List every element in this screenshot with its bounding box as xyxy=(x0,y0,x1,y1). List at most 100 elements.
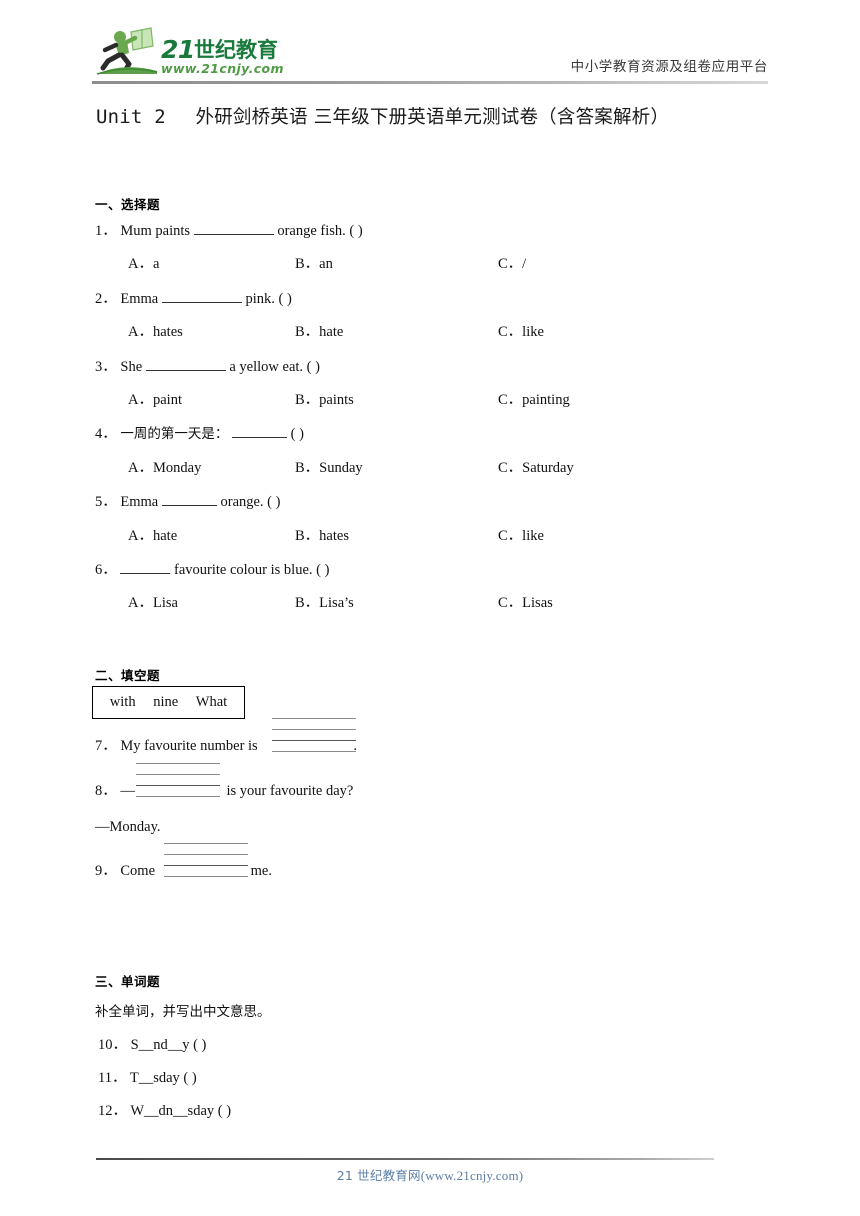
question-3-text-after: a yellow eat. ( ) xyxy=(229,359,320,375)
question-3-number: 3． xyxy=(95,359,117,375)
question-3-text-before: She xyxy=(120,359,143,375)
options-row-3: A．paint B．paints C．painting xyxy=(0,388,860,408)
footer-credit-url: (www.21cnjy.com) xyxy=(420,1168,524,1183)
option-4-b-label: B． xyxy=(295,460,320,476)
question-6-blank xyxy=(120,573,171,574)
option-6-a-label: A． xyxy=(128,595,153,611)
option-1-b-value: an xyxy=(319,256,333,272)
option-1-b-label: B． xyxy=(295,256,320,272)
option-4-c-label: C． xyxy=(498,460,523,476)
question-11-number: 11． xyxy=(98,1070,127,1086)
option-4-a[interactable]: A．Monday xyxy=(128,456,201,477)
question-1-text-before: Mum paints xyxy=(120,223,191,239)
option-6-c-label: C． xyxy=(498,595,523,611)
question-10: 10． S__nd__y ( ) xyxy=(98,1033,206,1054)
question-8-writing-blank[interactable] xyxy=(136,763,220,797)
option-3-b-value: paints xyxy=(319,392,354,408)
footer-divider xyxy=(96,1158,714,1160)
option-3-b[interactable]: B．paints xyxy=(295,388,354,409)
question-9-number: 9． xyxy=(95,863,117,879)
page-title: Unit 2 外研剑桥英语 三年级下册英语单元测试卷（含答案解析） xyxy=(96,103,786,129)
option-4-c-value: Saturday xyxy=(522,460,574,476)
option-3-c-label: C． xyxy=(498,392,523,408)
options-row-2: A．hates B．hate C．like xyxy=(0,320,860,340)
options-row-5: A．hate B．hates C．like xyxy=(0,524,860,544)
title-chinese: 外研剑桥英语 三年级下册英语单元测试卷（含答案解析） xyxy=(195,107,670,128)
option-4-a-value: Monday xyxy=(152,460,202,476)
word-bank-item-3: What xyxy=(195,694,228,710)
question-6: 6． favourite colour is blue. ( ) xyxy=(95,558,329,579)
option-2-a[interactable]: A．hates xyxy=(128,320,183,341)
option-3-c-value: painting xyxy=(522,392,570,408)
question-5-text-before: Emma xyxy=(120,494,159,510)
option-3-a[interactable]: A．paint xyxy=(128,388,182,409)
option-2-b[interactable]: B．hate xyxy=(295,320,343,341)
question-12: 12． W__dn__sday ( ) xyxy=(98,1099,231,1120)
option-3-a-value: paint xyxy=(152,392,182,408)
document-page: 21 世纪教育 www.21cnjy.com 中小学教育资源及组卷应用平台 Un… xyxy=(0,0,860,1216)
question-4-blank xyxy=(232,437,287,438)
page-header: 21 世纪教育 www.21cnjy.com 中小学教育资源及组卷应用平台 xyxy=(0,0,860,92)
question-9-writing-blank[interactable] xyxy=(164,843,248,877)
site-logo: 21 世纪教育 www.21cnjy.com xyxy=(95,26,285,78)
option-5-a[interactable]: A．hate xyxy=(128,524,177,545)
option-5-c[interactable]: C．like xyxy=(498,524,544,545)
option-3-b-label: B． xyxy=(295,392,320,408)
option-6-a-value: Lisa xyxy=(152,595,178,611)
option-5-b-label: B． xyxy=(295,528,320,544)
question-4-number: 4． xyxy=(95,426,117,442)
question-8-text-after: is your favourite day? xyxy=(226,783,354,799)
option-4-a-label: A． xyxy=(128,460,153,476)
options-row-4: A．Monday B．Sunday C．Saturday xyxy=(0,456,860,476)
question-4-text-after: ( ) xyxy=(290,426,304,442)
option-5-b[interactable]: B．hates xyxy=(295,524,349,545)
option-2-b-label: B． xyxy=(295,324,320,340)
question-7-text-before: My favourite number is xyxy=(120,738,258,754)
question-5-text-after: orange. ( ) xyxy=(220,494,281,510)
option-5-c-value: like xyxy=(522,528,544,544)
option-6-b-value: Lisa’s xyxy=(319,595,354,611)
question-11: 11． T__sday ( ) xyxy=(98,1066,197,1087)
option-6-a[interactable]: A．Lisa xyxy=(128,591,178,612)
option-5-c-label: C． xyxy=(498,528,523,544)
option-2-c[interactable]: C．like xyxy=(498,320,544,341)
question-10-text: S__nd__y ( ) xyxy=(130,1037,207,1053)
site-tagline: 中小学教育资源及组卷应用平台 xyxy=(570,59,768,75)
option-3-c[interactable]: C．painting xyxy=(498,388,570,409)
question-4-text-before: 一周的第一天是： xyxy=(120,426,229,442)
option-1-a-value: a xyxy=(152,256,160,272)
question-1-blank xyxy=(193,234,274,235)
option-1-a[interactable]: A．a xyxy=(128,252,159,273)
question-2-text-before: Emma xyxy=(120,291,159,307)
section-heading-fill: 二、填空题 xyxy=(95,668,161,683)
question-7-number: 7． xyxy=(95,738,117,754)
question-7-writing-blank[interactable] xyxy=(272,718,356,752)
option-4-c[interactable]: C．Saturday xyxy=(498,456,574,477)
option-6-b[interactable]: B．Lisa’s xyxy=(295,591,354,612)
section-heading-choice: 一、选择题 xyxy=(95,197,161,212)
word-bank-item-1: with xyxy=(109,694,136,710)
question-2-text-after: pink. ( ) xyxy=(245,291,292,307)
option-6-c[interactable]: C．Lisas xyxy=(498,591,553,612)
section-heading-vocab: 三、单词题 xyxy=(95,974,161,989)
option-4-b-value: Sunday xyxy=(319,460,363,476)
footer-credit-chinese: 21 世纪教育网 xyxy=(336,1168,421,1183)
question-5-number: 5． xyxy=(95,494,117,510)
question-8-text-before: — xyxy=(120,783,135,799)
option-1-c[interactable]: C．/ xyxy=(498,252,526,273)
option-2-b-value: hate xyxy=(319,324,344,340)
question-9-text-after: me. xyxy=(250,863,272,879)
option-1-a-label: A． xyxy=(128,256,153,272)
options-row-1: A．a B．an C．/ xyxy=(0,252,860,272)
question-1-number: 1． xyxy=(95,223,117,239)
question-6-text-after: favourite colour is blue. ( ) xyxy=(174,562,330,578)
option-1-b[interactable]: B．an xyxy=(295,252,333,273)
question-2-number: 2． xyxy=(95,291,117,307)
option-4-b[interactable]: B．Sunday xyxy=(295,456,363,477)
option-2-a-value: hates xyxy=(152,324,183,340)
svg-text:21: 21 xyxy=(161,35,195,64)
option-6-c-value: Lisas xyxy=(522,595,553,611)
running-student-with-book-icon: 21 世纪教育 www.21cnjy.com xyxy=(96,27,284,76)
question-3-blank xyxy=(145,370,226,371)
option-2-c-label: C． xyxy=(498,324,523,340)
